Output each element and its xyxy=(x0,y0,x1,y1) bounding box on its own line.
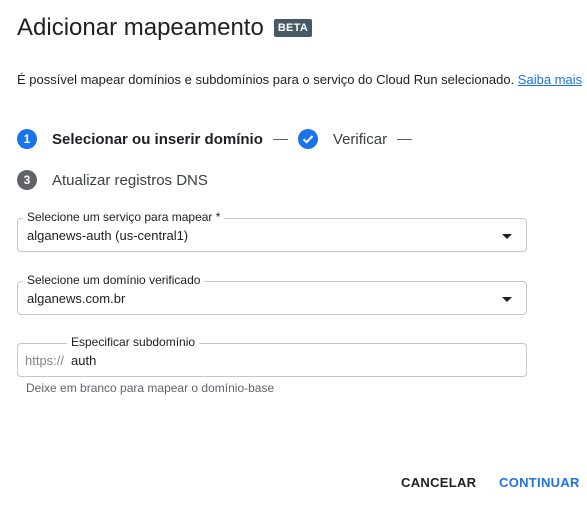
subdomain-label: Especificar subdomínio xyxy=(67,335,200,349)
step-connector xyxy=(397,138,413,140)
step-2-label: Verificar xyxy=(332,130,388,148)
subdomain-field[interactable]: Especificar subdomínio https:// auth xyxy=(17,335,527,377)
subdomain-prefix: https:// xyxy=(25,353,65,368)
check-icon xyxy=(297,129,318,149)
step-1-number: 1 xyxy=(17,129,37,149)
cancel-button[interactable]: CANCELAR xyxy=(401,475,476,490)
dropdown-arrow-icon xyxy=(502,297,512,302)
beta-badge: BETA xyxy=(273,19,313,37)
step-3-label: Atualizar registros DNS xyxy=(52,171,208,189)
dialog-title: Adicionar mapeamento xyxy=(17,14,264,41)
service-select-value: alganews-auth (us-central1) xyxy=(27,228,189,243)
dialog-title-row: Adicionar mapeamento BETA xyxy=(17,14,313,42)
stepper-row-2: 3 Atualizar registros DNS xyxy=(17,170,208,190)
domain-select-value: alganews.com.br xyxy=(27,291,126,306)
subdomain-helper-text: Deixe em branco para mapear o domínio-ba… xyxy=(26,381,275,395)
service-select-label: Selecione um serviço para mapear * xyxy=(23,210,225,224)
subdomain-input[interactable]: auth xyxy=(71,353,96,368)
step-1-label: Selecionar ou inserir domínio xyxy=(52,130,263,148)
learn-more-link[interactable]: Saiba mais xyxy=(518,72,582,87)
service-select[interactable]: Selecione um serviço para mapear * algan… xyxy=(17,210,527,252)
domain-select[interactable]: Selecione um domínio verificado alganews… xyxy=(17,273,527,315)
dropdown-arrow-icon xyxy=(502,234,512,239)
step-3-number: 3 xyxy=(17,170,37,190)
description-text: É possível mapear domínios e subdomínios… xyxy=(17,72,515,87)
stepper-row-1: 1 Selecionar ou inserir domínio Verifica… xyxy=(17,129,422,149)
domain-select-label: Selecione um domínio verificado xyxy=(23,273,205,287)
dialog-description: É possível mapear domínios e subdomínios… xyxy=(17,72,582,87)
step-connector xyxy=(272,138,288,140)
continue-button[interactable]: CONTINUAR xyxy=(499,475,580,490)
